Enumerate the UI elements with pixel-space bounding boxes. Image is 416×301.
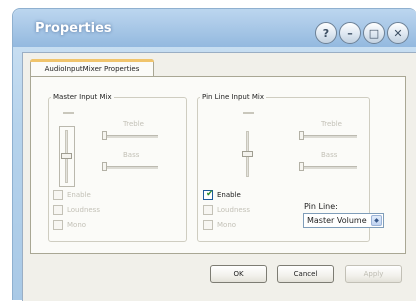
master-loudness-label: Loudness	[67, 206, 100, 214]
master-volume-top-marker	[63, 112, 74, 114]
pin-treble-thumb[interactable]	[299, 131, 304, 140]
master-mono-label: Mono	[67, 221, 87, 229]
help-button[interactable]: ?	[315, 22, 337, 44]
pin-treble-label: Treble	[321, 120, 342, 128]
minimize-button[interactable]: –	[339, 22, 361, 44]
pin-bass-label: Bass	[321, 151, 338, 159]
pin-line-select-value: Master Volume	[307, 216, 367, 225]
pin-line-input-mix-legend: Pin Line Input Mix	[200, 93, 266, 102]
master-treble-slider[interactable]	[102, 135, 158, 138]
master-loudness-checkbox[interactable]	[53, 205, 63, 215]
pin-volume-top-marker	[243, 112, 254, 114]
close-icon: ✕	[393, 26, 403, 40]
pin-loudness-label: Loudness	[217, 206, 250, 214]
window-title: Properties	[35, 21, 112, 36]
master-enable-label: Enable	[67, 191, 91, 199]
master-bass-slider[interactable]	[102, 166, 158, 169]
cancel-button[interactable]: Cancel	[277, 265, 334, 283]
pin-mono-label: Mono	[217, 221, 237, 229]
apply-button-label: Apply	[363, 270, 384, 278]
master-enable-checkbox[interactable]	[53, 190, 63, 200]
tab-panel: Master Input Mix Treble Bass Enable Loud…	[30, 76, 406, 254]
maximize-icon: □	[368, 26, 380, 40]
dropdown-arrow-icon[interactable]: ◆	[371, 215, 382, 226]
master-treble-label: Treble	[123, 120, 144, 128]
ok-button[interactable]: OK	[210, 265, 267, 283]
master-input-mix-legend: Master Input Mix	[51, 93, 114, 102]
pin-bass-thumb[interactable]	[299, 162, 304, 171]
pin-line-input-mix-group: Pin Line Input Mix Treble Bass ✔ Enable …	[197, 93, 384, 242]
pin-line-select[interactable]: Master Volume ◆	[303, 213, 384, 228]
dialog-client-area: AudioInputMixer Properties Master Input …	[22, 52, 416, 301]
close-button[interactable]: ✕	[387, 22, 409, 44]
pin-mono-checkbox[interactable]	[203, 220, 213, 230]
title-bar[interactable]: Properties ? – □ ✕	[13, 9, 416, 47]
pin-loudness-checkbox[interactable]	[203, 205, 213, 215]
pin-volume-thumb[interactable]	[242, 151, 253, 157]
tab-label: AudioInputMixer Properties	[44, 64, 140, 73]
master-treble-thumb[interactable]	[102, 131, 107, 140]
master-mono-checkbox[interactable]	[53, 220, 63, 230]
help-icon: ?	[322, 26, 330, 40]
cancel-button-label: Cancel	[293, 270, 318, 278]
pin-enable-checkbox[interactable]: ✔	[203, 189, 214, 200]
master-bass-label: Bass	[123, 151, 140, 159]
minimize-icon: –	[347, 26, 353, 40]
apply-button[interactable]: Apply	[345, 265, 402, 283]
master-volume-slider[interactable]	[59, 126, 75, 187]
pin-bass-slider[interactable]	[299, 166, 357, 169]
master-volume-thumb[interactable]	[61, 153, 72, 159]
tab-audio-input-mixer-properties[interactable]: AudioInputMixer Properties	[30, 59, 154, 77]
checkmark-icon: ✔	[206, 189, 214, 199]
maximize-button[interactable]: □	[363, 22, 385, 44]
pin-enable-label: Enable	[217, 191, 241, 199]
properties-window: Properties ? – □ ✕ AudioInputMixer Prope…	[12, 8, 416, 301]
master-input-mix-group: Master Input Mix Treble Bass Enable Loud…	[48, 93, 187, 242]
master-bass-thumb[interactable]	[102, 162, 107, 171]
ok-button-label: OK	[233, 270, 244, 278]
pin-line-label: Pin Line:	[304, 202, 338, 211]
pin-treble-slider[interactable]	[299, 135, 357, 138]
